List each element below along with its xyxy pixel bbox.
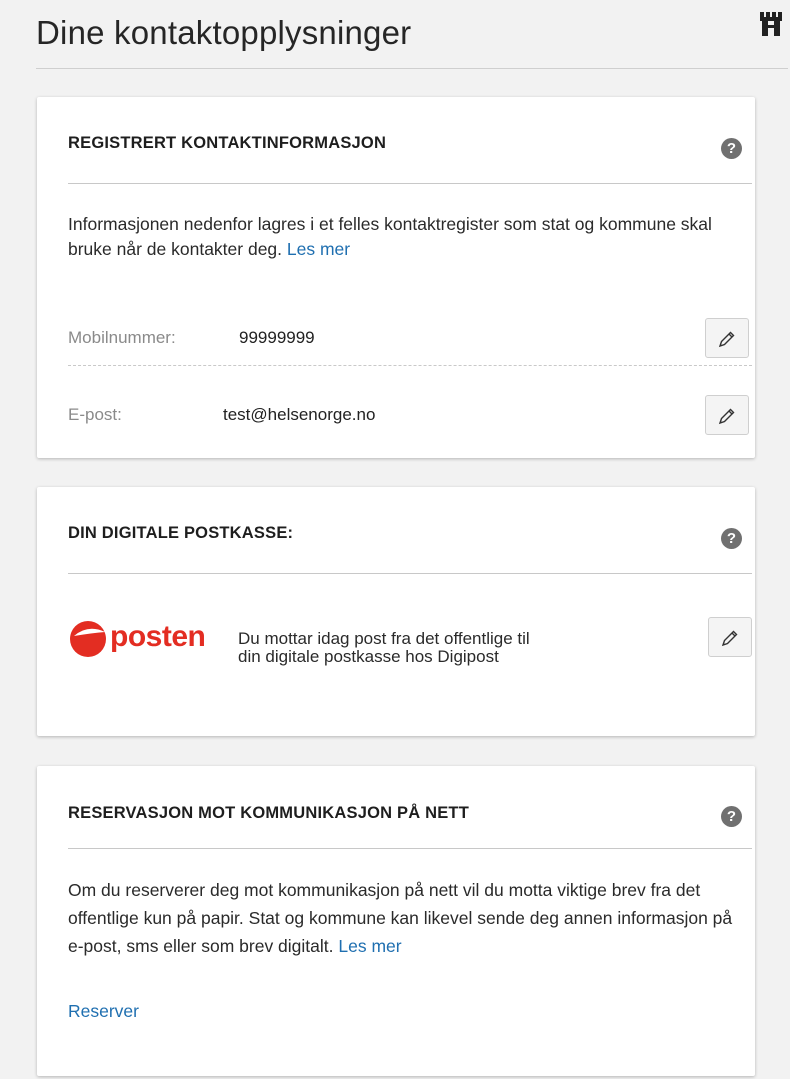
edit-mobile-button[interactable] <box>705 318 749 358</box>
card-title: RESERVASJON MOT KOMMUNIKASJON PÅ NETT <box>68 804 469 822</box>
read-more-link[interactable]: Les mer <box>338 936 401 956</box>
posten-wordmark: posten <box>110 620 206 653</box>
pencil-icon <box>718 331 735 348</box>
castle-icon <box>760 12 782 36</box>
mobile-row: Mobilnummer: 99999999 <box>68 315 752 366</box>
question-circle-icon[interactable]: ? <box>721 528 742 549</box>
page-header: Dine kontaktopplysninger <box>36 0 788 69</box>
page-title: Dine kontaktopplysninger <box>36 14 412 51</box>
pencil-icon <box>721 630 738 647</box>
intro-body: Informasjonen nedenfor lagres i et felle… <box>68 214 712 259</box>
mobile-label: Mobilnummer: <box>68 328 176 347</box>
reserve-link[interactable]: Reserver <box>68 1001 139 1022</box>
reservation-card: RESERVASJON MOT KOMMUNIKASJON PÅ NETT ? … <box>37 766 755 1076</box>
pencil-icon <box>718 408 735 425</box>
postbox-line-1: Du mottar idag post fra det offentlige t… <box>238 629 530 648</box>
edit-postbox-button[interactable] <box>708 617 752 657</box>
intro-text: Informasjonen nedenfor lagres i et felle… <box>68 212 735 262</box>
card-title: DIN DIGITALE POSTKASSE: <box>68 524 294 542</box>
email-label: E-post: <box>68 405 122 424</box>
card-header: RESERVASJON MOT KOMMUNIKASJON PÅ NETT ? <box>68 766 752 849</box>
card-title: REGISTRERT KONTAKTINFORMASJON <box>68 134 387 152</box>
edit-email-button[interactable] <box>705 395 749 435</box>
card-header: DIN DIGITALE POSTKASSE: ? <box>68 487 752 574</box>
postbox-line-2: din digitale postkasse hos Digipost <box>238 647 499 666</box>
email-value: test@helsenorge.no <box>223 405 376 424</box>
digital-postbox-card: DIN DIGITALE POSTKASSE: ? posten Du mott… <box>37 487 755 736</box>
registered-contact-card: REGISTRERT KONTAKTINFORMASJON ? Informas… <box>37 97 755 458</box>
postbox-status-text: Du mottar idag post fra det offentlige t… <box>238 630 530 666</box>
email-row: E-post: test@helsenorge.no <box>68 393 752 443</box>
read-more-link[interactable]: Les mer <box>287 239 350 259</box>
mobile-value: 99999999 <box>239 328 315 347</box>
posten-logo: posten <box>68 619 218 659</box>
card-header: REGISTRERT KONTAKTINFORMASJON ? <box>68 97 752 184</box>
reservation-intro-text: Om du reserverer deg mot kommunikasjon p… <box>68 876 735 960</box>
question-circle-icon[interactable]: ? <box>721 138 742 159</box>
posten-symbol-icon <box>70 621 106 657</box>
question-circle-icon[interactable]: ? <box>721 806 742 827</box>
